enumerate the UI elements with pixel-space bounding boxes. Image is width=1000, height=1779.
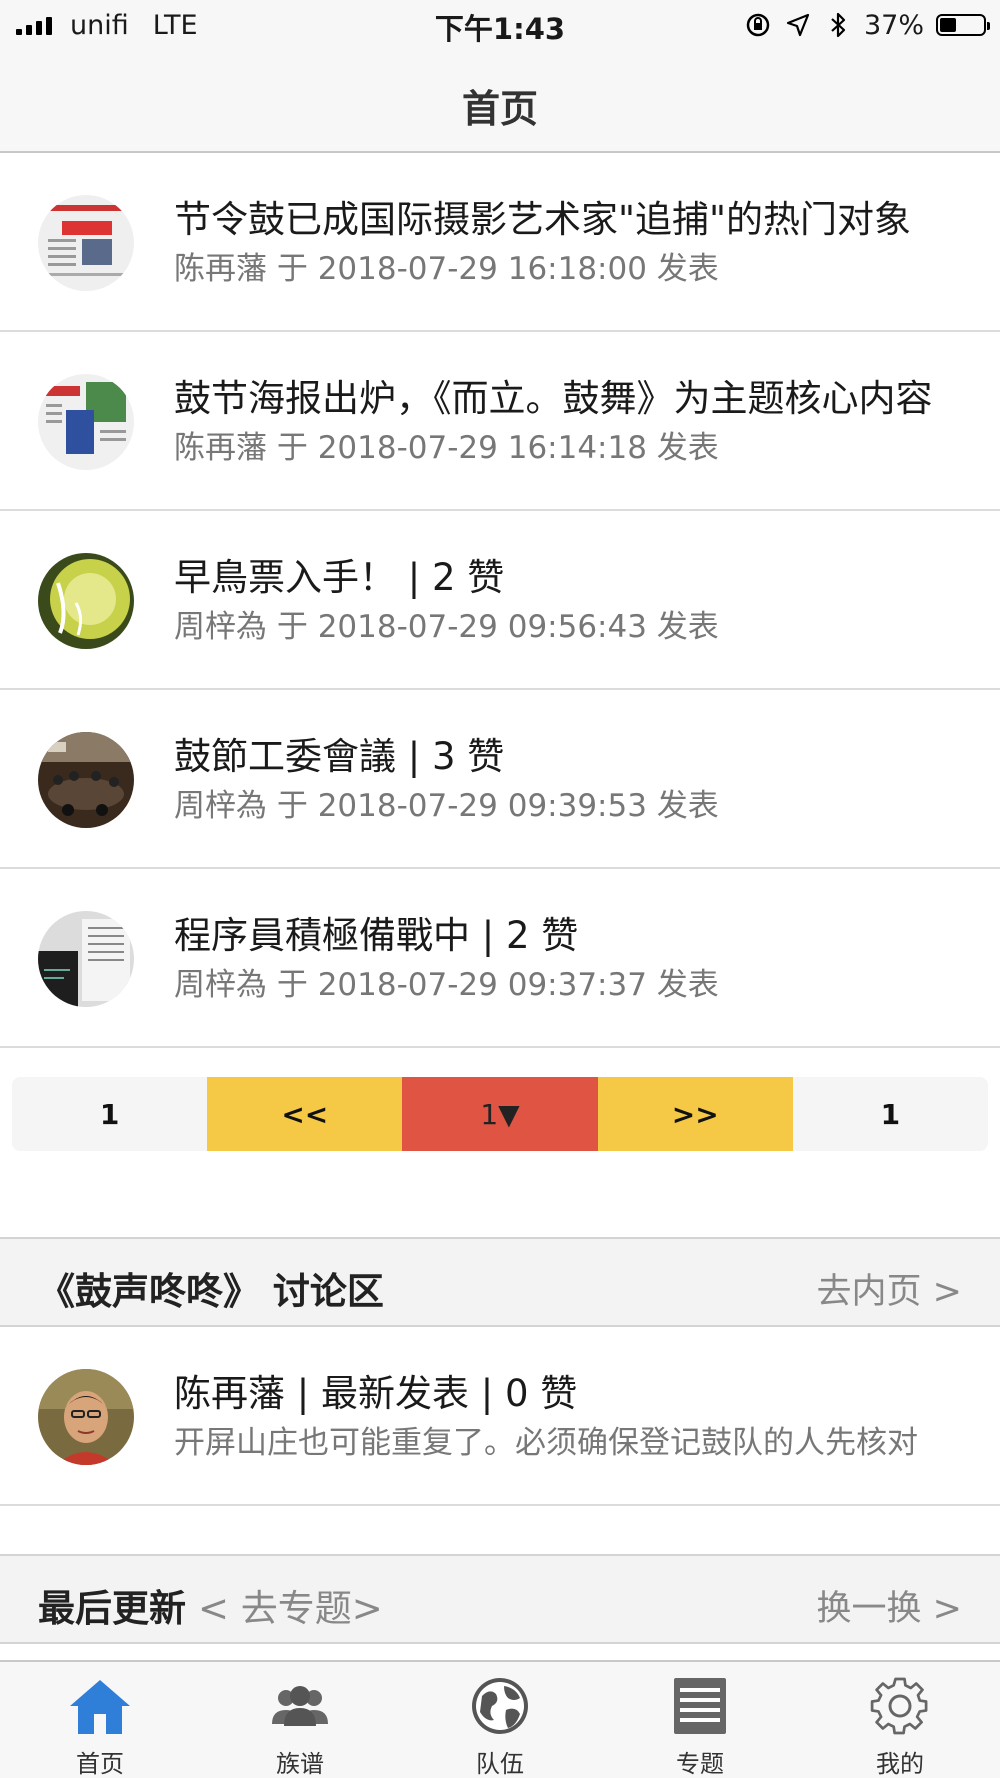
list-item[interactable]: 程序員積極備戰中 | 2 赞 周梓為 于 2018-07-29 09:37:37… [0,869,1000,1048]
pagination: 1 << 1▼ >> 1 [12,1077,988,1151]
pager-next-button[interactable]: >> [597,1077,793,1151]
article-meta: 周梓為 于 2018-07-29 09:37:37 发表 [174,967,719,1003]
tab-topics-label: 专题 [676,1750,724,1778]
discussion-more-link[interactable]: 去内页 > [817,1263,962,1314]
updates-header: 最后更新 < 去专题> 换一换 > [0,1554,1000,1644]
list-item[interactable]: 早鳥票入手！ | 2 赞 周梓為 于 2018-07-29 09:56:43 发… [0,511,1000,690]
meeting-thumb [38,732,134,828]
updates-title: 最后更新 [38,1587,186,1630]
tab-team-label: 队伍 [476,1750,524,1778]
status-right: 37% [744,8,990,42]
list-item[interactable]: 鼓節工委會議 | 3 赞 周梓為 于 2018-07-29 09:39:53 发… [0,690,1000,869]
article-list: 节令鼓已成国际摄影艺术家"追捕"的热门对象 陈再藩 于 2018-07-29 1… [0,153,1000,1048]
people-icon [272,1686,328,1726]
tab-team[interactable]: 队伍 [400,1662,600,1778]
article-title: 程序員積極備戰中 | 2 赞 [174,914,579,957]
article-meta: 陈再藩 于 2018-07-29 16:18:00 发表 [174,251,719,287]
discussion-header: 《鼓声咚咚》 讨论区 去内页 > [0,1237,1000,1327]
article-title: 节令鼓已成国际摄影艺术家"追捕"的热门对象 [174,198,912,241]
tab-family-tree[interactable]: 族谱 [200,1662,400,1778]
article-title: 鼓节海报出炉，《而立。鼓舞》为主题核心内容 [174,377,933,420]
ticket-thumb [38,553,134,649]
article-title: 鼓節工委會議 | 3 赞 [174,735,505,778]
tab-me-label: 我的 [876,1750,924,1778]
list-item[interactable]: 节令鼓已成国际摄影艺术家"追捕"的热门对象 陈再藩 于 2018-07-29 1… [0,153,1000,332]
article-meta: 陈再藩 于 2018-07-29 16:14:18 发表 [174,430,719,466]
tab-topics[interactable]: 专题 [600,1662,800,1778]
battery-icon [936,14,990,36]
page-title: 首页 [461,87,538,131]
discussion-post[interactable]: 陈再藩 | 最新发表 | 0 赞 开屏山庄也可能重复了。必须确保登记鼓队的人先核… [0,1327,1000,1506]
rotation-lock-icon [746,13,770,37]
updates-title-group: 最后更新 < 去专题> [38,1578,383,1632]
article-meta: 周梓為 于 2018-07-29 09:56:43 发表 [174,609,719,645]
article-meta: 周梓為 于 2018-07-29 09:39:53 发表 [174,788,719,824]
screen-thumb [38,911,134,1007]
tab-home-label: 首页 [76,1750,124,1778]
home-icon [70,1680,130,1734]
pager-last-button[interactable]: 1 [792,1077,988,1151]
gear-icon [870,1677,928,1735]
nav-bar: 首页 [0,50,1000,153]
battery-percent: 37% [863,9,924,41]
bluetooth-icon [831,12,846,38]
location-icon [786,13,810,37]
avatar [38,1369,134,1465]
article-title: 早鳥票入手！ | 2 赞 [174,556,505,599]
poster-thumb [38,374,134,470]
pager-first-button[interactable]: 1 [12,1077,208,1151]
pager-current-dropdown[interactable]: 1▼ [402,1077,598,1151]
globe-icon [472,1678,528,1734]
discussion-post-excerpt: 开屏山庄也可能重复了。必须确保登记鼓队的人先核对 [174,1425,918,1461]
tab-home[interactable]: 首页 [0,1662,200,1778]
discussion-title: 《鼓声咚咚》 讨论区 [38,1270,384,1313]
newspaper-thumb [38,195,134,291]
list-item[interactable]: 鼓节海报出炉，《而立。鼓舞》为主题核心内容 陈再藩 于 2018-07-29 1… [0,332,1000,511]
go-topics-link[interactable]: < 去专题> [198,1587,383,1630]
tab-family-tree-label: 族谱 [276,1750,324,1778]
pager-prev-button[interactable]: << [207,1077,403,1151]
status-bar: unifi LTE 下午1:43 37% [0,0,1000,50]
discussion-post-title: 陈再藩 | 最新发表 | 0 赞 [174,1372,578,1415]
document-icon [674,1678,726,1734]
tab-me[interactable]: 我的 [800,1662,1000,1778]
tab-bar: 首页 族谱 队伍 专题 我的 [0,1660,1000,1778]
refresh-link[interactable]: 换一换 > [817,1580,962,1631]
